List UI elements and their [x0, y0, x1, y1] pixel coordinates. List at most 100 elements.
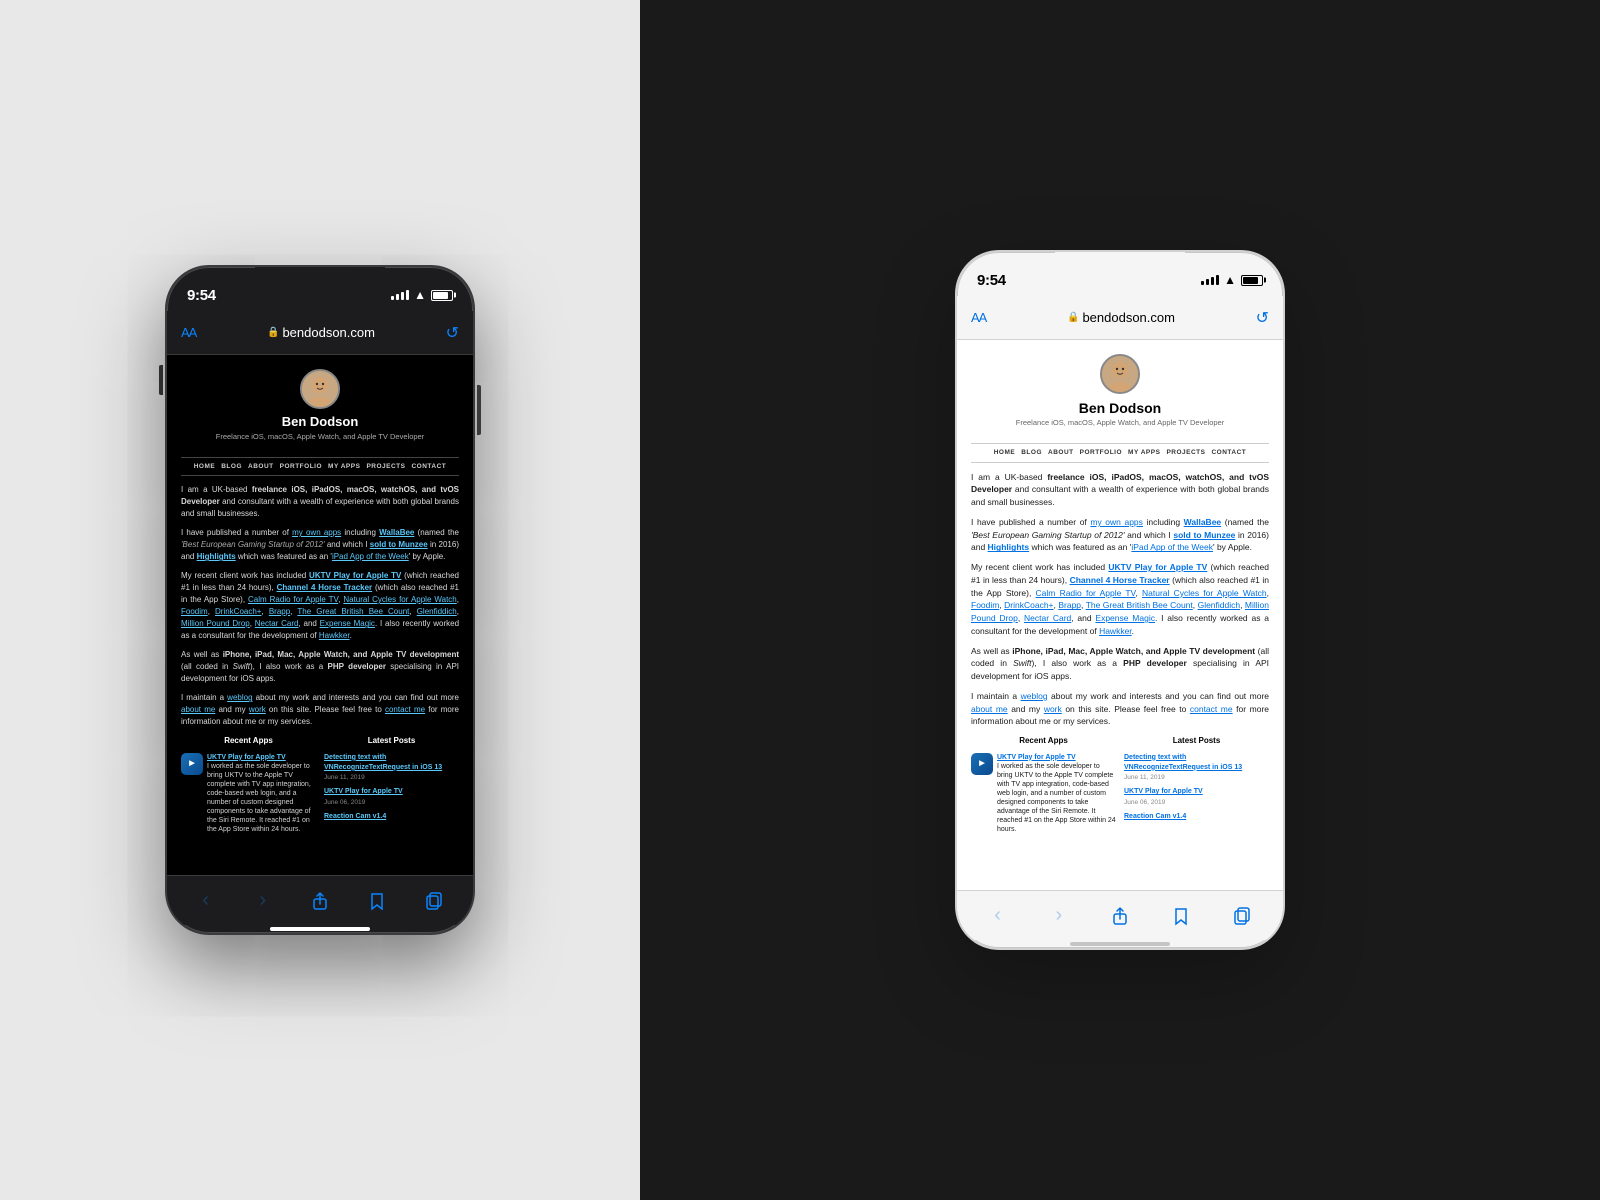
- page-content: Ben Dodson Freelance iOS, macOS, Apple W…: [167, 355, 473, 849]
- nav-myapps-light[interactable]: MY APPS: [1128, 448, 1160, 457]
- signal-icon: [391, 290, 409, 300]
- post-title-2[interactable]: UKTV Play for Apple TV: [324, 787, 459, 797]
- paragraph-2-light: I have published a number of my own apps…: [971, 516, 1269, 554]
- avatar-light: [1100, 354, 1140, 394]
- bottom-sections-light: Recent Apps ▶ UKTV Play for Apple TV I w…: [971, 735, 1269, 838]
- lock-icon: 🔒: [267, 327, 279, 338]
- nav-blog[interactable]: BLOG: [221, 462, 242, 471]
- recent-apps-section: Recent Apps ▶ UKTV Play for Apple TV I w…: [181, 735, 316, 838]
- post-title-3-light[interactable]: Reaction Cam v1.4: [1124, 812, 1269, 822]
- paragraph-5: I maintain a weblog about my work and in…: [181, 692, 459, 728]
- profile-section: Ben Dodson Freelance iOS, macOS, Apple W…: [181, 369, 459, 449]
- app-text-uktv: UKTV Play for Apple TV I worked as the s…: [207, 753, 316, 835]
- paragraph-2: I have published a number of my own apps…: [181, 527, 459, 563]
- url-text: bendodson.com: [282, 325, 375, 340]
- status-time-light: 9:54: [977, 272, 1006, 289]
- nav-projects-light[interactable]: PROJECTS: [1166, 448, 1205, 457]
- nav-myapps[interactable]: MY APPS: [328, 462, 360, 471]
- paragraph-1-light: I am a UK-based freelance iOS, iPadOS, m…: [971, 471, 1269, 509]
- post-item-1-light: Detecting text with VNRecognizeTextReque…: [1124, 753, 1269, 783]
- nav-bar-light: HOME BLOG ABOUT PORTFOLIO MY APPS PROJEC…: [971, 443, 1269, 462]
- paragraph-4: As well as iPhone, iPad, Mac, Apple Watc…: [181, 649, 459, 685]
- tabs-button-light[interactable]: [1222, 896, 1262, 936]
- back-button-light[interactable]: ‹: [978, 896, 1018, 936]
- nav-home[interactable]: HOME: [194, 462, 216, 471]
- bookmarks-button-light[interactable]: [1161, 896, 1201, 936]
- post-title-2-light[interactable]: UKTV Play for Apple TV: [1124, 787, 1269, 797]
- latest-posts-section-light: Latest Posts Detecting text with VNRecog…: [1124, 735, 1269, 838]
- notch: [255, 267, 385, 293]
- post-date-1-light: June 11, 2019: [1124, 773, 1269, 782]
- profile-section-light: Ben Dodson Freelance iOS, macOS, Apple W…: [971, 354, 1269, 435]
- browser-bar[interactable]: AA 🔒 bendodson.com ↺: [167, 311, 473, 355]
- nav-about[interactable]: ABOUT: [248, 462, 274, 471]
- home-bar: [270, 927, 370, 931]
- share-button[interactable]: [300, 881, 340, 921]
- post-item-2: UKTV Play for Apple TV June 06, 2019: [324, 787, 459, 807]
- nav-portfolio[interactable]: PORTFOLIO: [280, 462, 322, 471]
- post-title-3[interactable]: Reaction Cam v1.4: [324, 812, 459, 822]
- browser-content[interactable]: Ben Dodson Freelance iOS, macOS, Apple W…: [167, 355, 473, 875]
- post-title-1-light[interactable]: Detecting text with VNRecognizeTextReque…: [1124, 753, 1269, 773]
- url-text-light: bendodson.com: [1082, 310, 1175, 325]
- nav-blog-light[interactable]: BLOG: [1021, 448, 1042, 457]
- nav-projects[interactable]: PROJECTS: [366, 462, 405, 471]
- app-icon-uktv: ▶: [181, 753, 203, 775]
- aa-button-light[interactable]: AA: [971, 310, 986, 325]
- url-bar[interactable]: 🔒 bendodson.com: [267, 325, 375, 340]
- recent-apps-section-light: Recent Apps ▶ UKTV Play for Apple TV I w…: [971, 735, 1116, 838]
- app-text-uktv-light: UKTV Play for Apple TV I worked as the s…: [997, 753, 1116, 835]
- status-icons: ▲: [391, 288, 453, 302]
- bookmarks-button[interactable]: [357, 881, 397, 921]
- battery-icon: [431, 290, 453, 301]
- forward-button[interactable]: ›: [243, 881, 283, 921]
- bottom-sections: Recent Apps ▶ UKTV Play for Apple TV I w…: [181, 735, 459, 838]
- profile-name: Ben Dodson: [282, 413, 359, 432]
- app-desc-uktv: I worked as the sole developer to bring …: [207, 762, 316, 835]
- latest-posts-section: Latest Posts Detecting text with VNRecog…: [324, 735, 459, 838]
- refresh-button-light[interactable]: ↺: [1256, 308, 1269, 328]
- forward-button-light[interactable]: ›: [1039, 896, 1079, 936]
- nav-home-light[interactable]: HOME: [994, 448, 1016, 457]
- app-desc-uktv-light: I worked as the sole developer to bring …: [997, 762, 1116, 835]
- home-indicator-light: [957, 940, 1283, 948]
- nav-bar: HOME BLOG ABOUT PORTFOLIO MY APPS PROJEC…: [181, 457, 459, 476]
- app-title-uktv[interactable]: UKTV Play for Apple TV: [207, 753, 316, 762]
- nav-portfolio-light[interactable]: PORTFOLIO: [1080, 448, 1122, 457]
- bottom-toolbar-light: ‹ ›: [957, 890, 1283, 940]
- lock-icon-light: 🔒: [1067, 312, 1079, 323]
- post-title-1[interactable]: Detecting text with VNRecognizeTextReque…: [324, 753, 459, 773]
- paragraph-3: My recent client work has included UKTV …: [181, 570, 459, 642]
- battery-icon-light: [1241, 275, 1263, 286]
- nav-contact[interactable]: CONTACT: [411, 462, 446, 471]
- share-button-light[interactable]: [1100, 896, 1140, 936]
- tabs-button[interactable]: [414, 881, 454, 921]
- post-date-2: June 06, 2019: [324, 798, 459, 807]
- light-phone-outer: 9:54 ▲ AA 🔒: [955, 250, 1285, 950]
- browser-content-light[interactable]: Ben Dodson Freelance iOS, macOS, Apple W…: [957, 340, 1283, 890]
- post-item-3: Reaction Cam v1.4: [324, 812, 459, 822]
- paragraph-3-light: My recent client work has included UKTV …: [971, 561, 1269, 638]
- app-title-uktv-light[interactable]: UKTV Play for Apple TV: [997, 753, 1116, 762]
- home-indicator: [167, 925, 473, 933]
- nav-contact-light[interactable]: CONTACT: [1211, 448, 1246, 457]
- url-bar-light[interactable]: 🔒 bendodson.com: [1067, 310, 1175, 325]
- light-phone-frame: 9:54 ▲ AA 🔒: [955, 250, 1285, 950]
- profile-tagline-light: Freelance iOS, macOS, Apple Watch, and A…: [1016, 418, 1224, 429]
- app-item-1-light: ▶ UKTV Play for Apple TV I worked as the…: [971, 753, 1116, 835]
- wifi-icon-light: ▲: [1224, 273, 1236, 287]
- paragraph-5-light: I maintain a weblog about my work and in…: [971, 690, 1269, 728]
- latest-posts-title-light: Latest Posts: [1124, 735, 1269, 747]
- right-panel: 9:54 ▲ AA 🔒: [640, 0, 1600, 1200]
- latest-posts-title: Latest Posts: [324, 735, 459, 747]
- back-button[interactable]: ‹: [186, 881, 226, 921]
- post-date-1: June 11, 2019: [324, 773, 459, 782]
- avatar: [300, 369, 340, 409]
- nav-about-light[interactable]: ABOUT: [1048, 448, 1074, 457]
- paragraph-1: I am a UK-based freelance iOS, iPadOS, m…: [181, 484, 459, 520]
- aa-button[interactable]: AA: [181, 325, 196, 340]
- refresh-button[interactable]: ↺: [446, 323, 459, 343]
- browser-bar-light[interactable]: AA 🔒 bendodson.com ↺: [957, 296, 1283, 340]
- post-item-2-light: UKTV Play for Apple TV June 06, 2019: [1124, 787, 1269, 807]
- paragraph-4-light: As well as iPhone, iPad, Mac, Apple Watc…: [971, 645, 1269, 683]
